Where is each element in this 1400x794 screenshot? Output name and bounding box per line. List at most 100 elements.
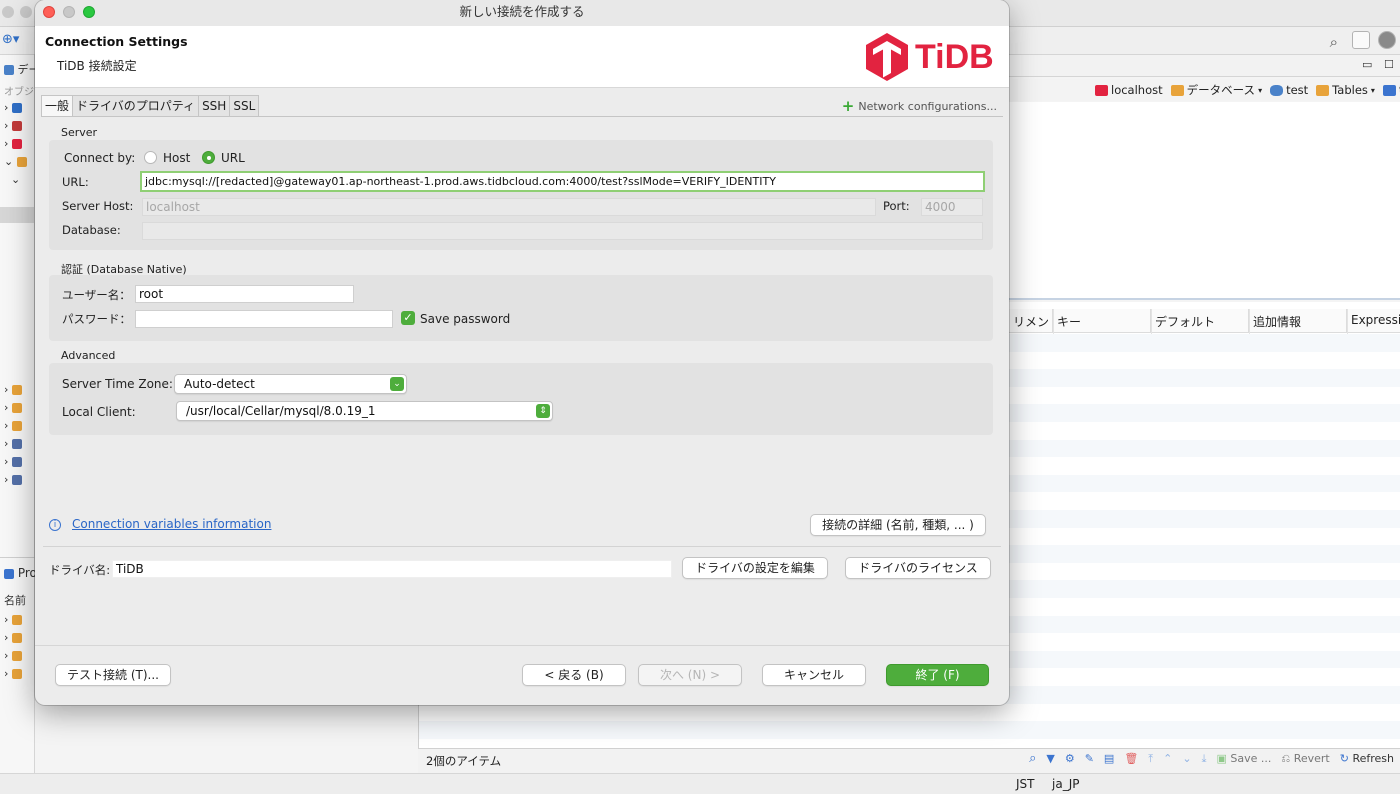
- move-down-icon[interactable]: ⌄: [1182, 752, 1191, 765]
- updown-chevron-icon: ⇕: [536, 404, 550, 418]
- network-configurations-button[interactable]: + Network configurations...: [842, 99, 997, 114]
- folder-icon: [16, 157, 27, 167]
- tree-node[interactable]: ›: [4, 101, 34, 117]
- edit-driver-button[interactable]: ドライバの設定を編集: [682, 557, 828, 579]
- column-header-default[interactable]: デフォルト: [1151, 309, 1249, 332]
- project-item[interactable]: ›: [4, 631, 34, 647]
- url-label: URL:: [62, 175, 89, 189]
- tree-node[interactable]: ›: [4, 383, 34, 399]
- connection-details-button[interactable]: 接続の詳細 (名前, 種類, ... ): [810, 514, 986, 536]
- zoom-button[interactable]: [83, 6, 95, 18]
- save-button[interactable]: ▣ Save ...: [1216, 752, 1271, 765]
- connection-icon: [11, 103, 22, 113]
- connection-variables-link[interactable]: Connection variables information: [72, 517, 271, 531]
- database-label: Database:: [62, 223, 121, 237]
- breadcrumb: localhost データベース▾ test Tables▾ t: [1009, 79, 1400, 101]
- database-icon: [4, 65, 14, 75]
- breadcrumb-localhost[interactable]: localhost: [1095, 83, 1163, 97]
- tree-node[interactable]: ›: [4, 437, 34, 453]
- tree-node[interactable]: ›: [4, 473, 34, 489]
- timezone-select[interactable]: Auto-detect ⌄: [174, 374, 407, 394]
- app-close-button[interactable]: [2, 6, 14, 18]
- postgres-icon: [11, 457, 22, 467]
- tree-node[interactable]: ›: [4, 401, 34, 417]
- back-button[interactable]: < 戻る (B): [522, 664, 626, 686]
- url-radio[interactable]: [202, 151, 215, 164]
- tab-general[interactable]: 一般: [41, 95, 74, 117]
- filter-icon[interactable]: ▼: [1046, 752, 1054, 765]
- tree-node[interactable]: ⌄: [4, 173, 34, 189]
- new-connection-icon[interactable]: ⊕▾: [2, 32, 19, 47]
- app-minimize-button[interactable]: [20, 6, 32, 18]
- finish-button[interactable]: 終了 (F): [886, 664, 989, 686]
- add-row-icon[interactable]: ▤: [1104, 752, 1114, 765]
- tree-node[interactable]: ›: [4, 137, 34, 153]
- tidb-icon: [1095, 84, 1108, 96]
- driver-license-button[interactable]: ドライバのライセンス: [845, 557, 991, 579]
- username-field[interactable]: root: [135, 285, 354, 303]
- navigator-filter[interactable]: オブジ: [4, 83, 34, 99]
- avatar[interactable]: [1378, 31, 1396, 49]
- minimize-button[interactable]: [63, 6, 75, 18]
- server-host-label: Server Host:: [62, 199, 134, 213]
- project-item[interactable]: ›: [4, 649, 34, 665]
- navigator-title: データ: [4, 61, 51, 77]
- tab-ssl[interactable]: SSL: [230, 95, 260, 117]
- tab-ssh[interactable]: SSH: [199, 95, 231, 117]
- column-header-key[interactable]: キー: [1053, 309, 1151, 332]
- column-header-comment[interactable]: リメント: [1009, 309, 1053, 332]
- close-button[interactable]: [43, 6, 55, 18]
- revert-button[interactable]: ⎌ Revert: [1281, 752, 1329, 766]
- url-field[interactable]: jdbc:mysql://[redacted]@gateway01.ap-nor…: [140, 171, 985, 192]
- connect-by-label: Connect by:: [64, 151, 136, 165]
- tree-node[interactable]: ›: [4, 455, 34, 471]
- maximize-editor-icon[interactable]: ☐: [1384, 58, 1394, 71]
- perspective-icon[interactable]: [1352, 31, 1370, 49]
- driver-name-label: ドライバ名:: [49, 563, 111, 577]
- column-header-expression[interactable]: Expressi: [1347, 309, 1400, 332]
- delete-icon[interactable]: 🗑: [1124, 752, 1138, 765]
- search-icon[interactable]: ⌕: [1029, 751, 1036, 766]
- dialog-titlebar: 新しい接続を作成する: [35, 0, 1009, 26]
- url-radio-label[interactable]: URL: [221, 151, 245, 165]
- save-password-checkbox[interactable]: ✓: [401, 311, 415, 325]
- folder-icon: [11, 615, 22, 625]
- tree-node[interactable]: ⌄: [4, 155, 34, 171]
- cancel-button[interactable]: キャンセル: [762, 664, 866, 686]
- breadcrumb-databases[interactable]: データベース ▾: [1170, 82, 1262, 98]
- tab-driver-properties[interactable]: ドライバのプロパティ: [73, 95, 200, 117]
- tree-node[interactable]: ›: [4, 119, 34, 135]
- new-connection-dialog: 新しい接続を作成する Connection Settings TiDB 接続設定…: [35, 0, 1009, 705]
- save-password-label[interactable]: Save password: [420, 312, 510, 326]
- breadcrumb-test[interactable]: test: [1270, 83, 1308, 97]
- timezone-label: Server Time Zone:: [62, 377, 173, 391]
- minimize-editor-icon[interactable]: ▭: [1362, 58, 1372, 71]
- port-label: Port:: [883, 199, 910, 213]
- breadcrumb-t[interactable]: t: [1382, 83, 1400, 97]
- port-field: 4000: [921, 198, 983, 216]
- host-radio[interactable]: [144, 151, 157, 164]
- move-top-icon[interactable]: ⤒: [1148, 752, 1153, 766]
- breadcrumb-tables[interactable]: Tables ▾: [1316, 83, 1375, 97]
- edit-icon[interactable]: ✎: [1085, 752, 1094, 765]
- test-connection-button[interactable]: テスト接続 (T)...: [55, 664, 171, 686]
- server-host-field: localhost: [142, 198, 876, 216]
- host-radio-label[interactable]: Host: [163, 151, 190, 165]
- column-header-extra[interactable]: 追加情報: [1249, 309, 1347, 332]
- tidb-logo-text: TiDB: [915, 38, 994, 76]
- dialog-title: 新しい接続を作成する: [459, 4, 585, 19]
- refresh-button[interactable]: ↻ Refresh: [1340, 752, 1394, 765]
- move-bottom-icon[interactable]: ⤓: [1202, 752, 1207, 766]
- project-item[interactable]: ›: [4, 667, 34, 683]
- project-item[interactable]: ›: [4, 613, 34, 629]
- folder-icon: [11, 633, 22, 643]
- search-icon[interactable]: ⌕: [1330, 33, 1338, 51]
- local-client-select[interactable]: /usr/local/Cellar/mysql/8.0.19_1 ⇕: [176, 401, 553, 421]
- tidb-logo: TiDB: [865, 32, 994, 82]
- folder-icon: [11, 651, 22, 661]
- tree-node[interactable]: ›: [4, 419, 34, 435]
- gear-icon[interactable]: ⚙: [1065, 752, 1075, 765]
- password-field[interactable]: [135, 310, 393, 328]
- move-up-icon[interactable]: ⌃: [1163, 752, 1172, 765]
- advanced-group-title: Advanced: [61, 349, 116, 362]
